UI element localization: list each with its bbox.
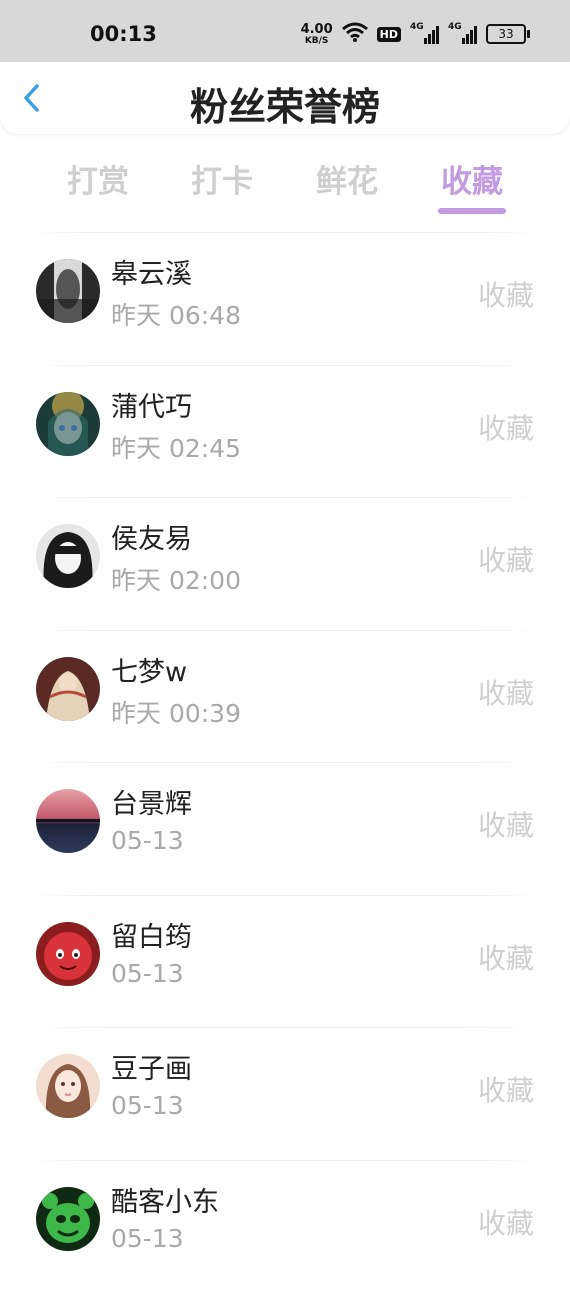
status-time: 00:13 <box>90 22 157 46</box>
action-label: 收藏 <box>478 407 534 447</box>
avatar <box>36 524 100 588</box>
timestamp: 昨天 02:45 <box>111 429 241 465</box>
signal-2-label: 4G <box>448 22 462 32</box>
timestamp: 05-13 <box>111 1224 184 1253</box>
list-item[interactable]: 酷客小东 05-13 收藏 <box>0 1160 570 1292</box>
action-label: 收藏 <box>478 804 534 844</box>
avatar <box>36 789 100 853</box>
action-label: 收藏 <box>478 1069 534 1109</box>
tab-shoucang[interactable]: 收藏 <box>432 156 512 201</box>
tab-xianhua[interactable]: 鲜花 <box>307 156 387 201</box>
signal-icon-1: 4G <box>410 24 439 44</box>
network-speed-value: 4.00 <box>301 23 333 36</box>
action-label: 收藏 <box>478 937 534 977</box>
signal-icon-2: 4G <box>448 24 477 44</box>
timestamp: 05-13 <box>111 826 184 855</box>
network-speed: 4.00 KB/S <box>301 23 333 46</box>
signal-1-label: 4G <box>410 22 424 32</box>
page-header: 粉丝荣誉榜 <box>0 62 570 134</box>
wifi-icon <box>342 22 368 46</box>
timestamp: 昨天 06:48 <box>111 296 241 332</box>
user-name: 蒲代巧 <box>111 385 192 424</box>
user-name: 酷客小东 <box>111 1180 219 1219</box>
action-label: 收藏 <box>478 1202 534 1242</box>
network-speed-unit: KB/S <box>305 37 329 46</box>
active-tab-indicator <box>438 208 506 214</box>
fan-list: 皋云溪 昨天 06:48 收藏 蒲代巧 昨天 02:45 收藏 <box>0 232 570 1292</box>
page-title: 粉丝荣誉榜 <box>0 76 570 131</box>
user-name: 侯友易 <box>111 517 192 556</box>
list-item[interactable]: 七梦w 昨天 00:39 收藏 <box>0 630 570 763</box>
avatar <box>36 657 100 721</box>
avatar <box>36 922 100 986</box>
action-label: 收藏 <box>478 539 534 579</box>
hd-badge: HD <box>377 27 401 42</box>
timestamp: 昨天 00:39 <box>111 694 241 730</box>
avatar <box>36 1187 100 1251</box>
timestamp: 05-13 <box>111 959 184 988</box>
tab-daka[interactable]: 打卡 <box>182 156 262 201</box>
user-name: 七梦w <box>111 650 187 689</box>
status-bar: 00:13 4.00 KB/S HD 4G 4G 33 <box>0 0 570 62</box>
list-item[interactable]: 侯友易 昨天 02:00 收藏 <box>0 497 570 630</box>
list-item[interactable]: 台景辉 05-13 收藏 <box>0 762 570 895</box>
list-item[interactable]: 皋云溪 昨天 06:48 收藏 <box>0 232 570 365</box>
list-item[interactable]: 蒲代巧 昨天 02:45 收藏 <box>0 365 570 498</box>
battery-icon: 33 <box>486 24 526 44</box>
list-item[interactable]: 留白筠 05-13 收藏 <box>0 895 570 1028</box>
user-name: 皋云溪 <box>111 252 192 291</box>
action-label: 收藏 <box>478 274 534 314</box>
user-name: 豆子画 <box>111 1047 192 1086</box>
action-label: 收藏 <box>478 672 534 712</box>
user-name: 留白筠 <box>111 915 192 954</box>
timestamp: 05-13 <box>111 1091 184 1120</box>
status-icons: 4.00 KB/S HD 4G 4G 33 <box>301 22 526 46</box>
tab-bar: 打赏 打卡 鲜花 收藏 <box>0 150 570 220</box>
avatar <box>36 1054 100 1118</box>
avatar <box>36 259 100 323</box>
timestamp: 昨天 02:00 <box>111 561 241 597</box>
list-item[interactable]: 豆子画 05-13 收藏 <box>0 1027 570 1160</box>
avatar <box>36 392 100 456</box>
tab-dashang[interactable]: 打赏 <box>58 156 138 201</box>
user-name: 台景辉 <box>111 782 192 821</box>
